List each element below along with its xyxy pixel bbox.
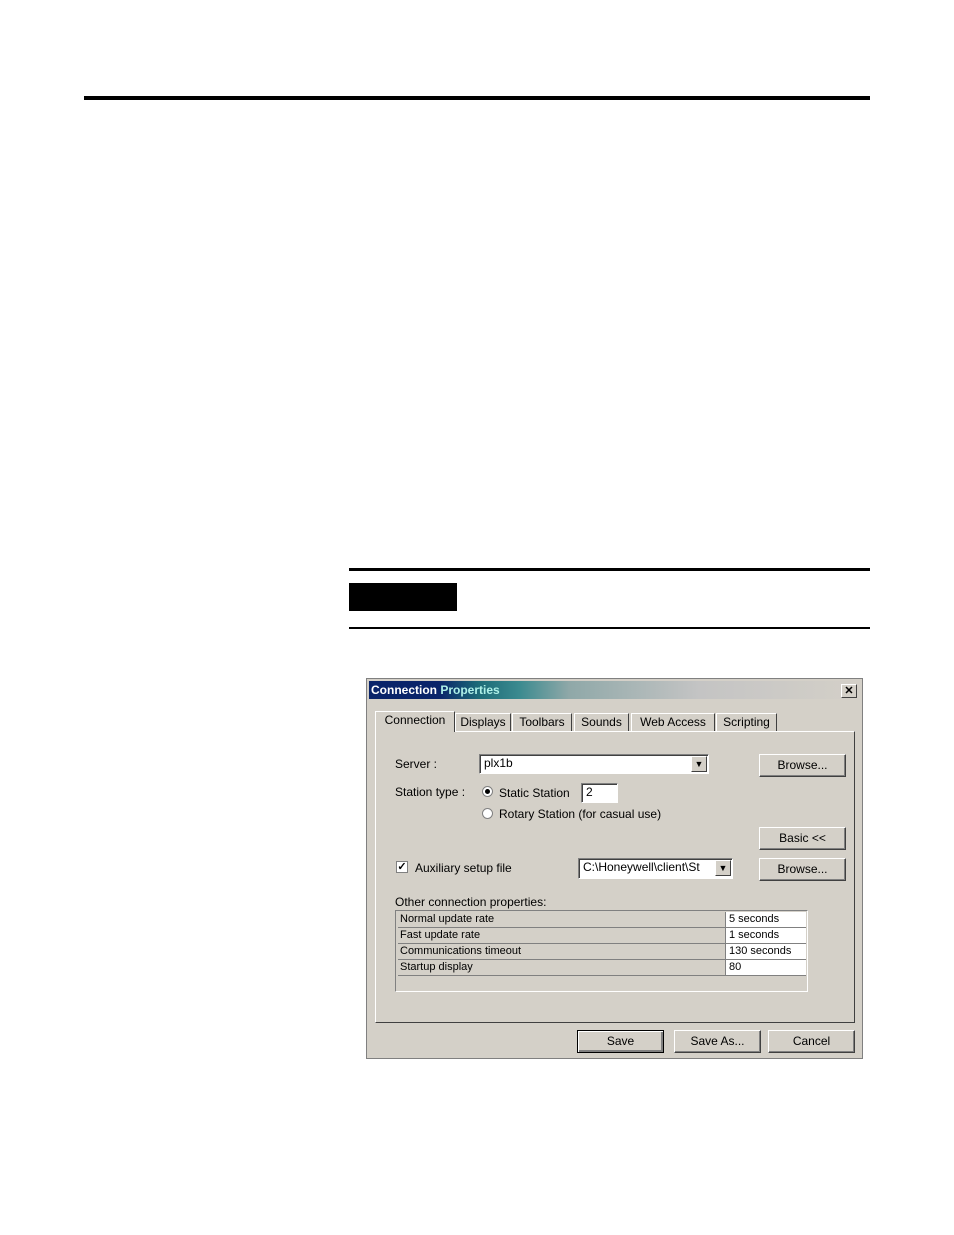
tab-web-access[interactable]: Web Access: [631, 713, 715, 731]
server-label: Server :: [395, 757, 438, 771]
dialog-titlebar: Connection Properties ✕: [369, 681, 860, 699]
static-station-label[interactable]: Static Station: [499, 786, 570, 800]
connection-tab-panel: Server : plx1b ▼ Browse... Station type …: [375, 731, 855, 1023]
property-name: Fast update rate: [400, 929, 481, 941]
save-as-button[interactable]: Save As...: [674, 1030, 761, 1053]
browse-server-button[interactable]: Browse...: [759, 754, 846, 777]
property-value[interactable]: 80: [725, 960, 806, 975]
server-dropdown[interactable]: plx1b ▼: [479, 754, 709, 774]
auxiliary-setup-checkbox[interactable]: ✓: [396, 861, 408, 873]
table-row[interactable]: Fast update rate 1 seconds: [398, 928, 806, 944]
title-connection: Connection: [371, 683, 437, 697]
title-properties: Properties: [440, 683, 500, 697]
table-row[interactable]: Normal update rate 5 seconds: [398, 912, 806, 928]
cancel-button[interactable]: Cancel: [768, 1030, 855, 1053]
station-type-label: Station type :: [395, 785, 466, 799]
property-name: Communications timeout: [400, 945, 522, 957]
static-station-value: 2: [586, 785, 593, 799]
rotary-station-label[interactable]: Rotary Station (for casual use): [499, 807, 661, 821]
browse-aux-button[interactable]: Browse...: [759, 858, 846, 881]
section-tag-box: [349, 583, 457, 611]
rotary-station-radio[interactable]: [482, 808, 493, 819]
tab-displays[interactable]: Displays: [455, 713, 511, 731]
table-row[interactable]: Startup display 80: [398, 960, 806, 976]
property-value[interactable]: 130 seconds: [725, 944, 806, 959]
top-rule: [84, 96, 870, 100]
property-name: Startup display: [400, 961, 473, 973]
static-station-input[interactable]: 2: [581, 783, 618, 803]
auxiliary-setup-dropdown[interactable]: C:\Honeywell\client\St ▼: [578, 858, 733, 879]
dialog-title: Connection Properties: [371, 683, 500, 697]
basic-button[interactable]: Basic <<: [759, 827, 846, 850]
tab-connection[interactable]: Connection: [375, 711, 455, 732]
close-icon[interactable]: ✕: [841, 684, 857, 698]
static-station-radio[interactable]: [482, 786, 493, 797]
auxiliary-setup-value: C:\Honeywell\client\St: [583, 860, 700, 874]
property-name: Normal update rate: [400, 913, 495, 925]
property-value[interactable]: 1 seconds: [725, 928, 806, 943]
auxiliary-setup-label: Auxiliary setup file: [415, 861, 512, 875]
section-rule-bottom: [349, 627, 870, 629]
table-row[interactable]: Communications timeout 130 seconds: [398, 944, 806, 960]
save-button[interactable]: Save: [577, 1030, 664, 1053]
tab-sounds[interactable]: Sounds: [574, 713, 629, 731]
server-value: plx1b: [484, 756, 513, 770]
connection-properties-dialog: Connection Properties ✕ Connection Displ…: [366, 678, 863, 1059]
properties-grid: Normal update rate 5 seconds Fast update…: [395, 910, 808, 992]
section-rule-top: [349, 568, 870, 571]
radio-selected-dot: [485, 789, 490, 794]
tab-toolbars[interactable]: Toolbars: [512, 713, 572, 731]
property-value[interactable]: 5 seconds: [725, 912, 806, 927]
chevron-down-icon[interactable]: ▼: [691, 756, 707, 772]
other-props-label: Other connection properties:: [395, 895, 547, 909]
chevron-down-icon[interactable]: ▼: [715, 860, 731, 876]
tab-scripting[interactable]: Scripting: [716, 713, 777, 731]
